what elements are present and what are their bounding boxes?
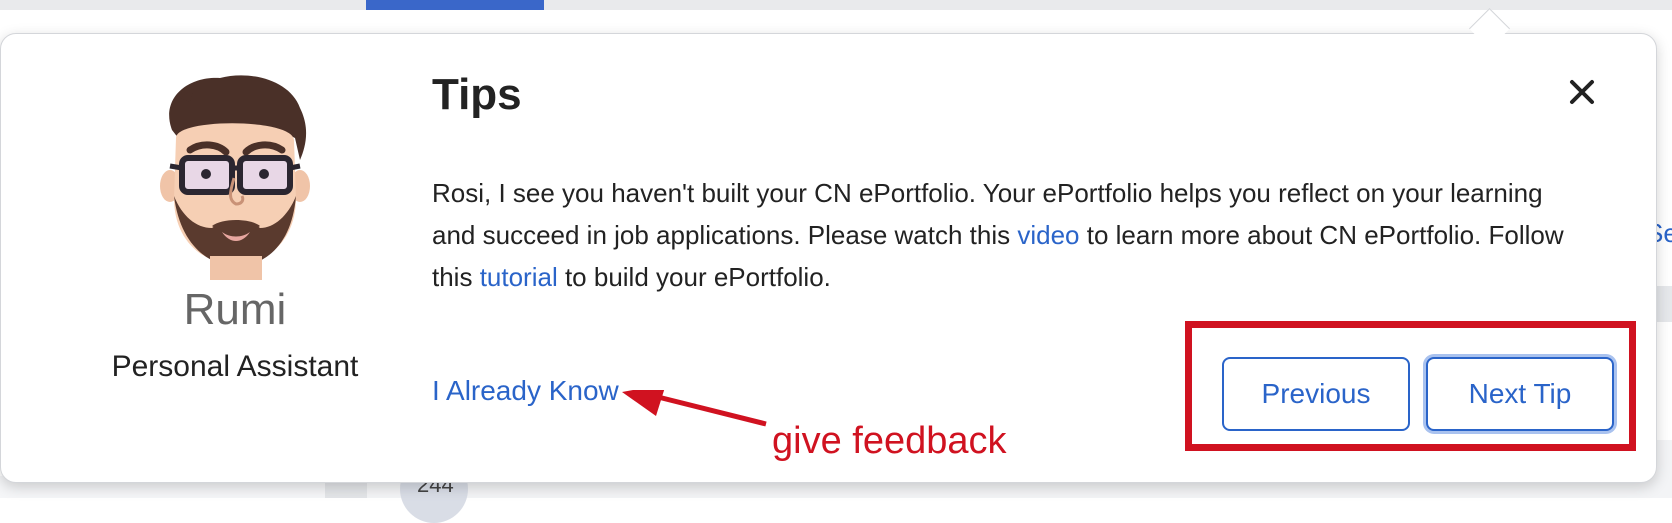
assistant-avatar	[160, 75, 310, 280]
close-icon	[1570, 80, 1594, 104]
assistant-role: Personal Assistant	[111, 350, 359, 383]
tips-title: Tips	[432, 70, 522, 119]
close-button[interactable]	[1560, 70, 1604, 114]
assistant-name: Rumi	[183, 285, 287, 334]
tip-message: Rosi, I see you haven't built your CN eP…	[432, 172, 1592, 298]
video-link[interactable]: video	[1017, 220, 1079, 250]
background-active-tab-indicator	[366, 0, 544, 10]
annotation-feedback-label: give feedback	[772, 420, 1007, 462]
already-know-link[interactable]: I Already Know	[432, 375, 619, 407]
background-top-bar	[0, 0, 1672, 10]
previous-button[interactable]: Previous	[1222, 357, 1410, 431]
next-tip-button[interactable]: Next Tip	[1426, 357, 1614, 431]
annotation-arrow-icon	[622, 390, 767, 427]
tutorial-link[interactable]: tutorial	[480, 262, 558, 292]
tip-message-part3: to build your ePortfolio.	[557, 262, 831, 292]
